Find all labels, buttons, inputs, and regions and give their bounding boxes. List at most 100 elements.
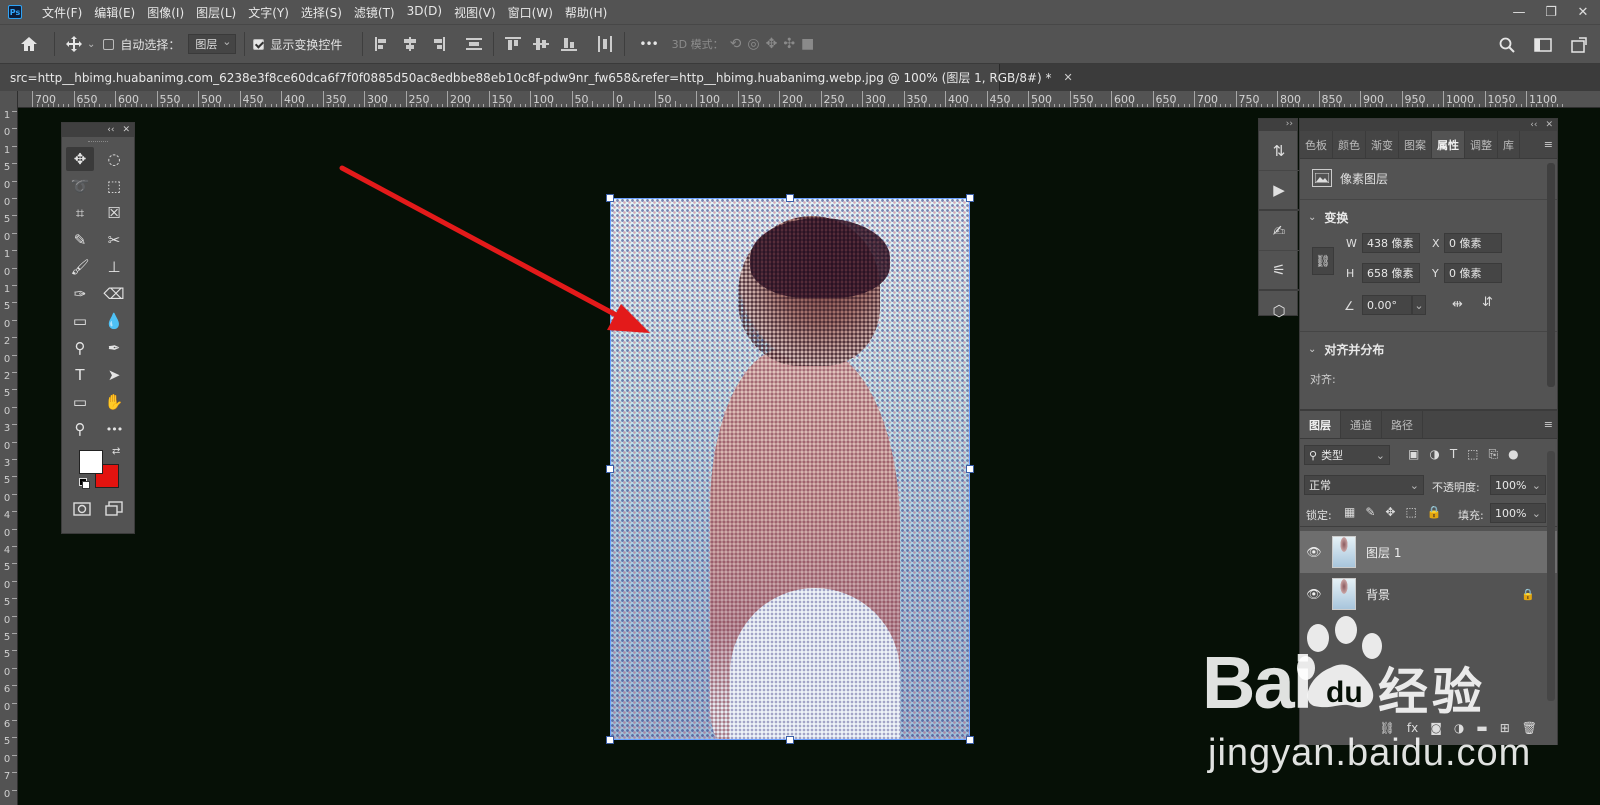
tab-layers-panel[interactable]: 路径 <box>1382 411 1423 438</box>
transform-handle-top-left[interactable] <box>606 194 614 202</box>
close-button[interactable]: ✕ <box>1574 3 1592 21</box>
layers-menu-icon[interactable]: ≡ <box>1544 418 1553 431</box>
marquee-tool-icon[interactable]: ◌ <box>100 147 128 171</box>
filter-adjustment-icon[interactable]: ◑ <box>1429 447 1439 462</box>
transform-handle-bottom[interactable] <box>786 736 794 744</box>
workspace-icon[interactable] <box>1532 34 1554 56</box>
transform-handle-top[interactable] <box>786 194 794 202</box>
fill-input[interactable]: 100% ⌄ <box>1490 503 1546 523</box>
height-input[interactable]: 658 像素 <box>1362 263 1420 283</box>
3d-orbit-icon[interactable]: ⟲ <box>730 36 742 52</box>
menu-item[interactable]: 3D(D) <box>401 4 448 21</box>
y-input[interactable]: 0 像素 <box>1444 263 1502 283</box>
search-icon[interactable] <box>1496 34 1518 56</box>
width-input[interactable]: 438 像素 <box>1362 233 1420 253</box>
3d-panel-icon[interactable]: ⬡ <box>1259 291 1299 331</box>
transform-handle-left[interactable] <box>606 465 614 473</box>
layer-lock-icon[interactable]: 🔒 <box>1521 588 1535 601</box>
3d-pan-icon[interactable]: ✥ <box>766 36 778 52</box>
transform-section-header[interactable]: ⌄ 变换 <box>1308 209 1348 226</box>
menu-item[interactable]: 文字(Y) <box>242 4 295 21</box>
align-left-icon[interactable] <box>371 33 393 55</box>
screen-mode-icon[interactable] <box>104 500 124 518</box>
filter-toggle-icon[interactable]: ● <box>1508 447 1518 462</box>
frame-tool-icon[interactable]: ☒ <box>100 201 128 225</box>
transform-handle-right[interactable] <box>966 465 974 473</box>
menu-item[interactable]: 窗口(W) <box>502 4 559 21</box>
properties-scrollbar[interactable] <box>1547 163 1555 387</box>
distribute-vertical-icon[interactable] <box>463 33 485 55</box>
share-icon[interactable] <box>1568 34 1590 56</box>
tab-properties-panel[interactable]: 调整 <box>1465 131 1498 158</box>
vertical-ruler[interactable]: 1 0 1 5 0 0 5 0 1 0 1 5 0 2 0 2 5 0 3 0 3 5 0 4 0 4 5 0 5 0 5 5 0 6 0 6 5 0 7 0 <box>0 91 18 805</box>
menu-item[interactable]: 选择(S) <box>295 4 348 21</box>
tools-close-icon[interactable]: ✕ <box>122 125 130 135</box>
blur-tool-icon[interactable]: 💧 <box>100 309 128 333</box>
filter-shape-icon[interactable]: ⬚ <box>1467 447 1478 462</box>
tools-collapse-icon[interactable]: ‹‹ <box>107 125 114 135</box>
tab-layers-panel[interactable]: 图层 <box>1300 411 1341 438</box>
actions-panel-icon[interactable]: ▶ <box>1259 171 1299 211</box>
menu-item[interactable]: 图像(I) <box>141 4 190 21</box>
path-select-tool-icon[interactable]: ➤ <box>100 363 128 387</box>
stamp-tool-icon[interactable]: ⊥ <box>100 255 128 279</box>
menu-item[interactable]: 图层(L) <box>190 4 242 21</box>
horizontal-ruler[interactable]: 700 650 600 550 500 450 400 350 300 250 200 150 100 5… <box>18 91 1600 108</box>
foreground-color-swatch[interactable] <box>79 450 103 474</box>
auto-select-target-dropdown[interactable]: 图层 <box>188 34 237 54</box>
align-section-header[interactable]: ⌄ 对齐并分布 <box>1308 341 1384 358</box>
eyedropper-tool-icon[interactable]: ✎ <box>66 228 94 252</box>
restore-button[interactable]: ❐ <box>1542 3 1560 21</box>
minimize-button[interactable]: — <box>1510 3 1528 21</box>
lock-artboard-icon[interactable]: ⬚ <box>1405 505 1416 519</box>
history-brush-tool-icon[interactable]: ✑ <box>66 282 94 306</box>
tab-properties-panel[interactable]: 库 <box>1498 131 1520 158</box>
panels-close-icon[interactable]: ✕ <box>1545 120 1553 130</box>
tab-properties-panel[interactable]: 图案 <box>1399 131 1432 158</box>
panel-menu-icon[interactable]: ≡ <box>1544 138 1553 151</box>
blend-mode-dropdown[interactable]: 正常 ⌄ <box>1304 475 1424 495</box>
transform-handle-bottom-right[interactable] <box>966 736 974 744</box>
lock-position-icon[interactable]: ✥ <box>1385 505 1395 519</box>
document-tab[interactable]: src=http__hbimg.huabanimg.com_6238e3f8ce… <box>0 64 1073 91</box>
opacity-input[interactable]: 100% ⌄ <box>1490 475 1546 495</box>
tab-properties-panel[interactable]: 颜色 <box>1333 131 1366 158</box>
transform-handle-bottom-left[interactable] <box>606 736 614 744</box>
auto-select-checkbox[interactable] <box>103 38 115 50</box>
menu-item[interactable]: 帮助(H) <box>559 4 613 21</box>
visibility-eye-icon[interactable]: 👁 <box>1300 587 1328 601</box>
move-tool-icon[interactable]: ✥ <box>66 147 94 171</box>
quick-mask-icon[interactable] <box>72 500 92 518</box>
3d-camera-icon[interactable]: ■ <box>801 36 814 52</box>
tab-properties-panel[interactable]: 色板 <box>1300 131 1333 158</box>
eraser-tool-icon[interactable]: ⌫ <box>100 282 128 306</box>
lock-transparent-icon[interactable]: ▦ <box>1344 505 1355 519</box>
default-colors-icon[interactable] <box>79 478 90 489</box>
document-close-icon[interactable]: ✕ <box>1064 71 1073 84</box>
dodge-tool-icon[interactable]: ⚲ <box>66 336 94 360</box>
transform-bounding-box[interactable] <box>610 198 970 740</box>
tools-grip[interactable] <box>62 137 134 147</box>
filter-pixel-icon[interactable]: ▣ <box>1408 447 1419 462</box>
lock-paint-icon[interactable]: ✎ <box>1365 505 1375 519</box>
brush-tool-icon[interactable]: 🖌 <box>66 255 94 279</box>
more-tools-icon[interactable]: ••• <box>100 417 128 441</box>
brush-settings-icon[interactable]: ✍ <box>1259 211 1299 251</box>
move-tool-icon[interactable] <box>63 33 85 55</box>
tab-properties-panel[interactable]: 属性 <box>1432 131 1465 158</box>
3d-slide-icon[interactable]: ✣ <box>783 36 795 52</box>
panels-collapse-icon[interactable]: ‹‹ <box>1530 120 1537 130</box>
dock-collapse-icon[interactable]: ›› <box>1259 119 1297 131</box>
chevron-down-icon[interactable]: ⌄ <box>87 39 95 50</box>
align-vcenter-icon[interactable] <box>530 33 552 55</box>
pen-tool-icon[interactable]: ✒ <box>100 336 128 360</box>
x-input[interactable]: 0 像素 <box>1444 233 1502 253</box>
more-options-button[interactable]: ••• <box>639 37 658 51</box>
swap-colors-icon[interactable]: ⇄ <box>112 446 120 457</box>
align-bottom-icon[interactable] <box>558 33 580 55</box>
align-right-icon[interactable] <box>427 33 449 55</box>
menu-item[interactable]: 编辑(E) <box>88 4 141 21</box>
align-hcenter-icon[interactable] <box>399 33 421 55</box>
layer-filter-dropdown[interactable]: ⚲ 类型 ⌄ <box>1304 445 1390 465</box>
3d-roll-icon[interactable]: ◎ <box>747 36 759 52</box>
